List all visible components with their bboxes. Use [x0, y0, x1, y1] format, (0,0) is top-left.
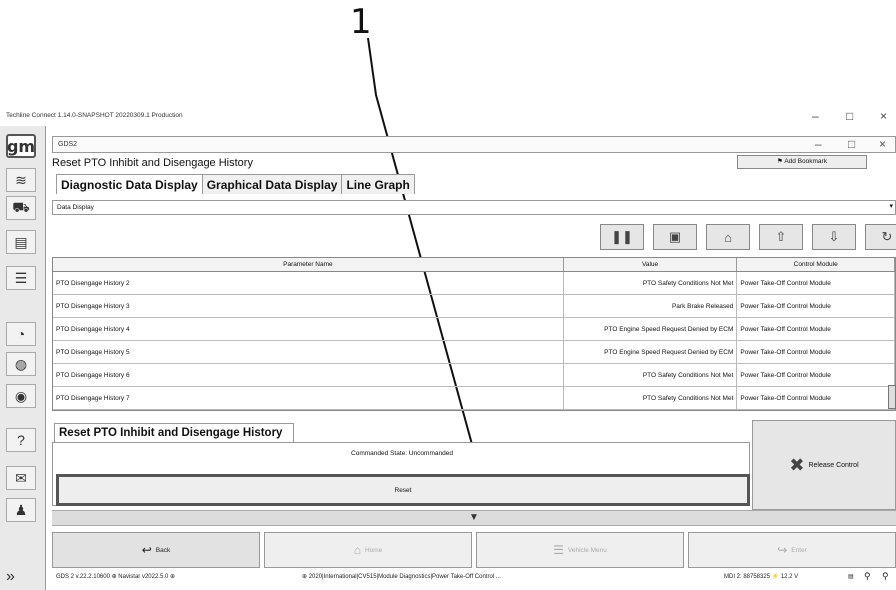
mdi-icon[interactable]: ▤ — [848, 573, 854, 580]
parameter-name-cell: PTO Disengage History 5 — [53, 341, 564, 363]
column-header-value[interactable]: Value — [564, 258, 738, 271]
navigation-bar: ↩ Back ⌂ Home ☰ Vehicle Menu ↪ Enter — [52, 532, 896, 568]
home-icon: ⌂ — [353, 543, 361, 557]
parameter-name-cell: PTO Disengage History 6 — [53, 364, 564, 386]
page-title: Reset PTO Inhibit and Disengage History — [52, 157, 253, 169]
table-row[interactable]: PTO Disengage History 7 PTO Safety Condi… — [53, 387, 895, 410]
lock-icon[interactable]: ⌂ — [706, 224, 750, 250]
value-cell: PTO Safety Conditions Not Met — [564, 387, 738, 409]
home-button[interactable]: ⌂ Home — [264, 532, 472, 568]
expand-sidebar-icon[interactable]: » — [6, 568, 15, 586]
window-close-button[interactable]: × — [880, 109, 887, 123]
enter-button[interactable]: ↪ Enter — [688, 532, 896, 568]
table-row[interactable]: PTO Disengage History 6 PTO Safety Condi… — [53, 364, 895, 387]
commanded-state-text: Commanded State: Uncommanded — [351, 450, 453, 457]
record-icon[interactable]: ▣ — [653, 224, 697, 250]
triangle-down-icon: ▼ — [469, 512, 479, 523]
gds-maximize-button[interactable]: □ — [848, 137, 855, 151]
tab-graphical-data-display[interactable]: Graphical Data Display — [201, 174, 343, 194]
release-x-icon: ✖ — [789, 454, 805, 475]
gds-tab-title: GDS2 — [58, 141, 78, 148]
value-cell: PTO Safety Conditions Not Met — [564, 364, 738, 386]
chevron-down-icon: ▾ — [889, 203, 893, 210]
table-row[interactable]: PTO Disengage History 3 Park Brake Relea… — [53, 295, 895, 318]
window-maximize-button[interactable]: □ — [846, 109, 853, 123]
column-header-parameter-name[interactable]: Parameter Name — [53, 258, 564, 271]
window-titlebar: Techline Connect 1.14.0-SNAPSHOT 2022030… — [0, 108, 896, 126]
table-scrollbar-thumb[interactable] — [888, 385, 896, 409]
arrow-up-icon[interactable]: ⇧ — [759, 224, 803, 250]
dropdown-value: Data Display — [57, 204, 94, 211]
release-control-label: Release Control — [808, 461, 859, 469]
enter-label: Enter — [791, 546, 807, 554]
parameter-name-cell: PTO Disengage History 2 — [53, 272, 564, 294]
control-module-cell: Power Take-Off Control Module — [737, 272, 895, 294]
add-bookmark-button[interactable]: ⚑ Add Bookmark — [737, 155, 867, 169]
user-icon[interactable]: ♟ — [6, 498, 36, 522]
back-button[interactable]: ↩ Back — [52, 532, 260, 568]
reset-button[interactable]: Reset — [56, 474, 750, 506]
gds-tab: GDS2 – □ × — [52, 136, 896, 153]
parameter-name-cell: PTO Disengage History 7 — [53, 387, 564, 409]
refresh-icon[interactable]: ↻ — [865, 224, 896, 250]
vehicle-menu-label: Vehicle Menu — [567, 546, 607, 554]
document-icon[interactable]: ▤ — [6, 230, 36, 254]
add-bookmark-label: Add Bookmark — [784, 158, 827, 165]
table-header: Parameter Name Value Control Module — [53, 258, 895, 272]
back-label: Back — [155, 546, 171, 554]
tab-line-graph[interactable]: Line Graph — [341, 174, 415, 194]
zoom-in-icon[interactable]: ⚲ — [864, 571, 871, 582]
window-minimize-button[interactable]: – — [812, 109, 819, 123]
sidebar: gm ≋ ⛟ ▤ ☰ ◔ ◍ ◉ ? ✉ ♟ — [0, 126, 46, 590]
status-bar: GDS 2 v.22.2.10600 ⊕ Navistar v2022.5.0 … — [52, 571, 896, 585]
control-section-title: Reset PTO Inhibit and Disengage History — [54, 423, 294, 442]
status-mdi-voltage: MDI 2: 88758325 ⚡ 12.2 V — [724, 574, 799, 580]
column-header-control-module[interactable]: Control Module — [737, 258, 895, 271]
status-vehicle-path: ⊕ 2020|International|CV515|Module Diagno… — [302, 574, 501, 580]
zoom-out-icon[interactable]: ⚲ — [882, 571, 889, 582]
globe-icon[interactable]: ◍ — [6, 352, 36, 376]
value-cell: Park Brake Released — [564, 295, 738, 317]
status-versions: GDS 2 v.22.2.10600 ⊕ Navistar v2022.5.0 … — [56, 574, 176, 580]
gds-close-button[interactable]: × — [879, 137, 886, 151]
gds-minimize-button[interactable]: – — [815, 137, 822, 151]
parameter-table: Parameter Name Value Control Module PTO … — [52, 257, 896, 411]
help-icon[interactable]: ? — [6, 428, 36, 452]
vehicle-icon[interactable]: ⛟ — [6, 196, 36, 220]
parameter-name-cell: PTO Disengage History 3 — [53, 295, 564, 317]
table-row[interactable]: PTO Disengage History 5 PTO Engine Speed… — [53, 341, 895, 364]
control-module-cell: Power Take-Off Control Module — [737, 295, 895, 317]
table-row[interactable]: PTO Disengage History 4 PTO Engine Speed… — [53, 318, 895, 341]
tab-diagnostic-data-display[interactable]: Diagnostic Data Display — [56, 174, 203, 194]
value-cell: PTO Engine Speed Request Denied by ECM — [564, 318, 738, 340]
back-arrow-icon: ↩ — [141, 543, 152, 557]
data-toolbar: ❚❚ ▣ ⌂ ⇧ ⇩ ↻ — [600, 224, 896, 250]
control-module-cell: Power Take-Off Control Module — [737, 318, 895, 340]
wifi-icon[interactable]: ≋ — [6, 168, 36, 192]
collapse-panel-toggle[interactable]: ▼ — [52, 510, 896, 526]
gauge-icon[interactable]: ◔ — [6, 322, 36, 346]
vehicle-menu-icon: ☰ — [553, 543, 564, 557]
control-module-cell: Power Take-Off Control Module — [737, 387, 895, 409]
steering-icon[interactable]: ◉ — [6, 384, 36, 408]
release-control-button[interactable]: ✖ Release Control — [752, 420, 896, 510]
arrow-down-icon[interactable]: ⇩ — [812, 224, 856, 250]
control-module-cell: Power Take-Off Control Module — [737, 341, 895, 363]
control-module-cell: Power Take-Off Control Module — [737, 364, 895, 386]
home-label: Home — [364, 546, 383, 554]
tab-bar: Diagnostic Data Display Graphical Data D… — [56, 174, 415, 194]
mail-icon[interactable]: ✉ — [6, 466, 36, 490]
enter-icon: ↪ — [777, 543, 788, 557]
table-row[interactable]: PTO Disengage History 2 PTO Safety Condi… — [53, 272, 895, 295]
value-cell: PTO Safety Conditions Not Met — [564, 272, 738, 294]
parameter-name-cell: PTO Disengage History 4 — [53, 318, 564, 340]
vehicle-menu-button[interactable]: ☰ Vehicle Menu — [476, 532, 684, 568]
list-icon[interactable]: ☰ — [6, 266, 36, 290]
pause-icon[interactable]: ❚❚ — [600, 224, 644, 250]
window-title: Techline Connect 1.14.0-SNAPSHOT 2022030… — [6, 112, 183, 119]
display-mode-dropdown[interactable]: Data Display ▾ — [52, 200, 896, 215]
value-cell: PTO Engine Speed Request Denied by ECM — [564, 341, 738, 363]
callout-number: 1 — [350, 2, 372, 42]
gm-logo[interactable]: gm — [6, 134, 36, 158]
